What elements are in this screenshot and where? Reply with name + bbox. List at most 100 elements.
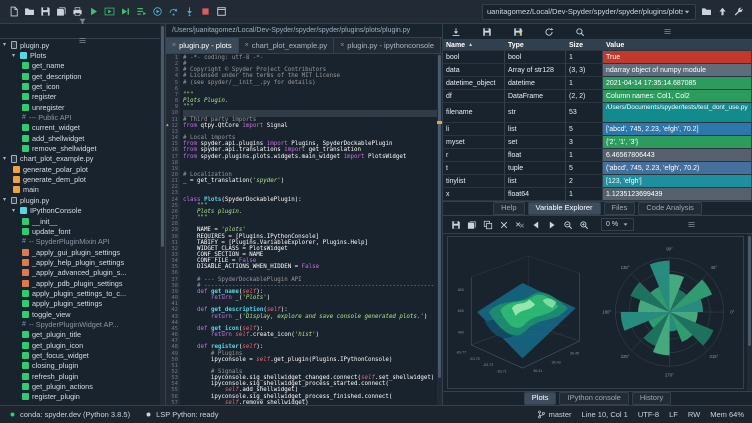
variable-row-bool[interactable]: boolbool1True xyxy=(443,51,752,64)
outline-item-closing_plugin[interactable]: closing_plugin xyxy=(0,361,165,371)
lsp-status[interactable]: LSP Python: ready xyxy=(144,410,218,419)
variable-row-tinylist[interactable]: tinylistlist2[123, 'efgh'] xyxy=(443,175,752,188)
git-branch[interactable]: master xyxy=(537,410,572,419)
variable-row-r[interactable]: rfloat16.46567806443 xyxy=(443,149,752,162)
expander-icon[interactable]: ▾ xyxy=(3,156,10,162)
variable-row-df[interactable]: dfDataFrame(2, 2)Column names: Col1, Col… xyxy=(443,90,752,103)
outline-item-get_plugin_title[interactable]: get_plugin_title xyxy=(0,330,165,340)
stop-button[interactable] xyxy=(198,3,213,21)
outline-item---spyderpluginmixinapi[interactable]: #-- SpyderPluginMixin API xyxy=(0,237,165,247)
code-editor[interactable]: 1234567891011▲12131415161718192021222324… xyxy=(166,54,442,405)
step-over-button[interactable] xyxy=(166,3,181,21)
close-tab-icon[interactable]: × xyxy=(245,42,249,49)
outline-item-ipythonconsole[interactable]: ▾IPythonConsole xyxy=(0,206,165,216)
tab-help[interactable]: Help xyxy=(493,202,524,214)
outline-item----publicapi[interactable]: #--- Public API xyxy=(0,112,165,122)
outline-item-_apply_advanced_plugin_s...[interactable]: _apply_advanced_plugin_s... xyxy=(0,268,165,278)
variable-row-filename[interactable]: filenamestr53/Users/Documents/spyder/tes… xyxy=(443,103,752,123)
next-plot-button[interactable] xyxy=(544,216,559,234)
tab-history[interactable]: History xyxy=(632,392,671,404)
outline-item-get_icon[interactable]: get_icon xyxy=(0,81,165,91)
zoom-in-button[interactable] xyxy=(576,216,591,234)
outline-item-plots[interactable]: ▾Plots xyxy=(0,50,165,60)
remove-all-plots-button[interactable] xyxy=(512,216,527,234)
zoom-control[interactable]: 0 % xyxy=(601,218,634,231)
outline-item-update_font[interactable]: update_font xyxy=(0,226,165,236)
remove-plot-button[interactable] xyxy=(496,216,511,234)
expander-icon[interactable]: ▾ xyxy=(12,208,19,214)
outline-item-register_plugin[interactable]: register_plugin xyxy=(0,392,165,402)
outline-item-generate_polar_plot[interactable]: generate_polar_plot xyxy=(0,164,165,174)
outline-item-_apply_help_plugin_settings[interactable]: _apply_help_plugin_settings xyxy=(0,257,165,267)
expander-icon[interactable]: ▾ xyxy=(3,42,10,48)
outline-item-generate_dem_plot[interactable]: generate_dem_plot xyxy=(0,174,165,184)
expander-icon[interactable]: ▾ xyxy=(3,197,10,203)
filter-button[interactable] xyxy=(75,13,90,31)
outline-item-get_name[interactable]: get_name xyxy=(0,61,165,71)
previous-plot-button[interactable] xyxy=(528,216,543,234)
browse-working-directory-button[interactable] xyxy=(699,3,714,21)
outline-item-_apply_gui_plugin_settings[interactable]: _apply_gui_plugin_settings xyxy=(0,247,165,257)
outline-item-remove_shellwidget[interactable]: remove_shellwidget xyxy=(0,143,165,153)
tab-plots[interactable]: Plots xyxy=(524,392,557,404)
variable-row-t[interactable]: ttuple5('abcd', 745, 2.23, 'efgh', 70.2) xyxy=(443,162,752,175)
outline-item-current_widget[interactable]: current_widget xyxy=(0,123,165,133)
editor-tab-plugin.py---plots[interactable]: ×plugin.py - plots xyxy=(166,38,239,53)
outline-item-chart_plot_example.py[interactable]: ▾chart_plot_example.py xyxy=(0,154,165,164)
parent-directory-button[interactable] xyxy=(715,3,730,21)
working-directory-combobox[interactable]: uanitagomez/Local/Dev-Spyder/spyder/spyd… xyxy=(482,4,696,20)
editor-tab-plugin.py---ipythonconsole[interactable]: ×plugin.py - ipythonconsole xyxy=(334,38,441,53)
save-data-as-button[interactable] xyxy=(510,23,525,41)
plots-pane-options-button[interactable] xyxy=(684,216,699,234)
outline-item-toggle_view[interactable]: toggle_view xyxy=(0,309,165,319)
tab-code-analysis[interactable]: Code Analysis xyxy=(638,202,702,214)
outline-item-get_focus_widget[interactable]: get_focus_widget xyxy=(0,350,165,360)
outline-item-get_plugin_icon[interactable]: get_plugin_icon xyxy=(0,340,165,350)
pane-options-button[interactable] xyxy=(660,23,675,41)
editor-tab-chart_plot_example.py[interactable]: ×chart_plot_example.py xyxy=(239,38,335,53)
variable-row-li[interactable]: lilist5['abcd', 745, 2.23, 'efgh', 70.2] xyxy=(443,123,752,136)
outline-item-main[interactable]: main xyxy=(0,185,165,195)
outline-item-add_shellwidget[interactable]: add_shellwidget xyxy=(0,133,165,143)
maximize-button[interactable] xyxy=(214,3,229,21)
variable-row-data[interactable]: dataArray of str128(3, 3)ndarray object … xyxy=(443,64,752,77)
column-header-size[interactable]: Size xyxy=(566,40,603,51)
outline-item-apply_plugin_settings_to_c...[interactable]: apply_plugin_settings_to_c... xyxy=(0,288,165,298)
outline-item-get_plugin_actions[interactable]: get_plugin_actions xyxy=(0,381,165,391)
outline-item-_apply_pdb_plugin_settings[interactable]: _apply_pdb_plugin_settings xyxy=(0,278,165,288)
column-header-value[interactable]: Value xyxy=(603,40,752,51)
step-into-button[interactable] xyxy=(182,3,197,21)
outline-scrollbar[interactable] xyxy=(160,24,165,405)
search-variables-button[interactable] xyxy=(572,23,587,41)
preferences-button[interactable] xyxy=(731,3,746,21)
tab-ipython-console[interactable]: IPython console xyxy=(559,392,628,404)
import-data-button[interactable] xyxy=(448,23,463,41)
outline-item-unregister[interactable]: unregister xyxy=(0,102,165,112)
outline-item-refresh_plugin[interactable]: refresh_plugin xyxy=(0,371,165,381)
tab-files[interactable]: Files xyxy=(604,202,636,214)
outline-item---spyderpluginwidgetap...[interactable]: #-- SpyderPluginWidget AP... xyxy=(0,319,165,329)
close-tab-icon[interactable]: × xyxy=(340,42,344,49)
editor-scrollbar[interactable] xyxy=(437,54,442,405)
save-data-button[interactable] xyxy=(479,23,494,41)
save-all-plots-button[interactable] xyxy=(464,216,479,234)
outline-item-plugin.py[interactable]: ▾plugin.py xyxy=(0,195,165,205)
conda-environment[interactable]: conda: spyder.dev (Python 3.8.5) xyxy=(8,410,130,419)
outline-item-get_description[interactable]: get_description xyxy=(0,71,165,81)
variable-row-myset[interactable]: mysetset3{'2', '1', '3'} xyxy=(443,136,752,149)
outline-item-plugin.py[interactable]: ▾plugin.py xyxy=(0,40,165,50)
variable-row-datetime_object[interactable]: datetime_objectdatetime12021-04-14 17:35… xyxy=(443,77,752,90)
variable-row-x[interactable]: xfloat6411.1235123699439 xyxy=(443,188,752,201)
tab-variable-explorer[interactable]: Variable Explorer xyxy=(528,202,601,214)
column-header-name[interactable]: Name▲ xyxy=(443,40,505,51)
plots-scrollbar[interactable] xyxy=(747,234,752,391)
zoom-out-button[interactable] xyxy=(560,216,575,234)
expander-icon[interactable]: ▾ xyxy=(12,53,19,59)
outline-item-__init__[interactable]: __init__ xyxy=(0,216,165,226)
close-tab-icon[interactable]: × xyxy=(172,42,176,49)
save-plot-button[interactable] xyxy=(448,216,463,234)
outline-item-register[interactable]: register xyxy=(0,92,165,102)
outline-item-apply_plugin_settings[interactable]: apply_plugin_settings xyxy=(0,299,165,309)
refresh-variables-button[interactable] xyxy=(541,23,556,41)
copy-plot-button[interactable] xyxy=(480,216,495,234)
